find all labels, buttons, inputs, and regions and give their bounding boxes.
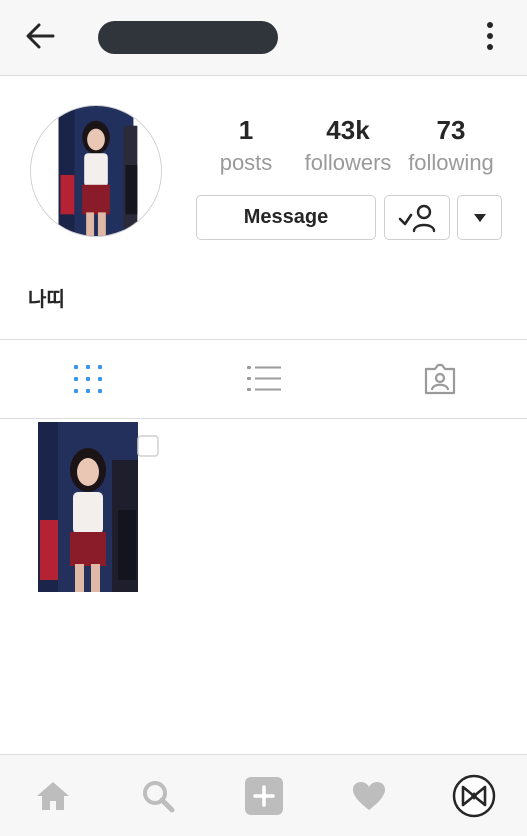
tab-tagged[interactable] [352,340,527,418]
profile-display-name: 나띠 [28,287,65,311]
arrow-left-icon [26,23,55,49]
multi-photo-icon [137,435,159,457]
followers-label: followers [304,150,392,175]
plus-square-icon [244,777,283,815]
tagged-photo-icon [424,363,455,395]
person-check-icon [398,204,436,232]
post-photo [0,420,175,592]
search-icon [142,781,174,813]
more-vertical-icon [487,22,493,28]
followers-count: 43k [326,115,370,145]
followers-stat[interactable]: 43k followers [298,112,398,178]
username-redacted [98,21,278,54]
following-count: 73 [436,115,466,145]
tab-grid[interactable] [0,340,175,418]
tab-list[interactable] [176,340,351,418]
nav-add-post[interactable] [211,755,316,836]
posts-stat: 1 posts [212,112,280,178]
top-bar [0,0,527,76]
nav-activity[interactable] [316,755,421,836]
grid-icon [73,365,102,393]
back-button[interactable] [20,18,60,54]
nav-search[interactable] [105,755,210,836]
following-stat[interactable]: 73 following [402,112,500,178]
profile-avatar[interactable] [30,105,162,237]
post-thumbnail[interactable] [0,420,175,592]
message-button[interactable]: Message [196,195,376,240]
profile-logo-icon [452,774,495,818]
following-button[interactable] [384,195,450,240]
more-options-button[interactable] [476,16,504,56]
caret-down-icon [473,213,486,222]
list-icon [246,366,281,391]
suggestions-dropdown-button[interactable] [457,195,502,240]
following-label: following [408,150,494,175]
posts-label: posts [219,150,273,175]
bottom-nav [0,754,527,836]
profile-tabs [0,339,527,419]
nav-home[interactable] [0,755,105,836]
posts-count: 1 [238,115,254,145]
home-icon [36,782,69,810]
avatar-photo [31,106,161,236]
nav-profile[interactable] [421,755,526,836]
heart-icon [352,782,385,810]
